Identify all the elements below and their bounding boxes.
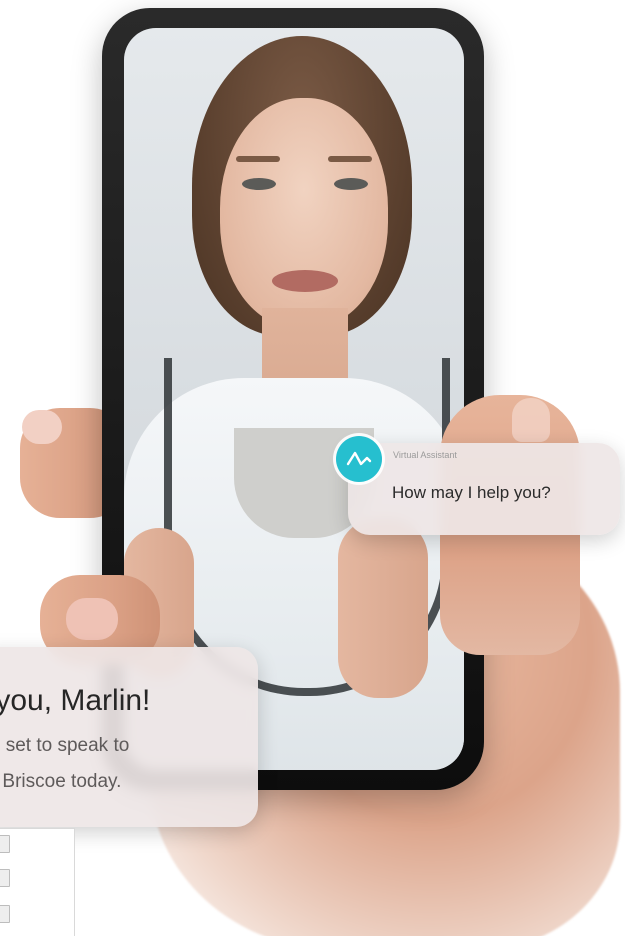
checkbox-3[interactable] bbox=[0, 905, 10, 923]
finger-nail-bottom bbox=[66, 598, 118, 640]
assistant-logo-icon bbox=[346, 451, 372, 466]
doctor-face bbox=[220, 98, 388, 328]
confirmation-line-2: ua Briscoe today. bbox=[0, 771, 122, 792]
checkbox-2[interactable] bbox=[0, 869, 10, 887]
assistant-name: Virtual Assistant bbox=[393, 450, 457, 460]
thumb-nail bbox=[512, 398, 550, 442]
doctor-brow-left bbox=[236, 156, 280, 162]
hero-scene: Virtual Assistant How may I help you? k … bbox=[0, 0, 625, 936]
finger-nail-top bbox=[22, 410, 62, 444]
confirmation-line-1: ll set to speak to bbox=[0, 735, 130, 756]
checkbox-list bbox=[0, 828, 75, 936]
assistant-message: How may I help you? bbox=[392, 483, 551, 502]
doctor-brow-right bbox=[328, 156, 372, 162]
doctor-eye-left bbox=[242, 178, 276, 190]
doctor-hand-right bbox=[338, 518, 428, 698]
confirmation-title: k you, Marlin! bbox=[0, 684, 151, 717]
doctor-eye-right bbox=[334, 178, 368, 190]
doctor-mouth bbox=[272, 270, 338, 292]
assistant-avatar bbox=[336, 436, 382, 482]
checkbox-1[interactable] bbox=[0, 835, 10, 853]
